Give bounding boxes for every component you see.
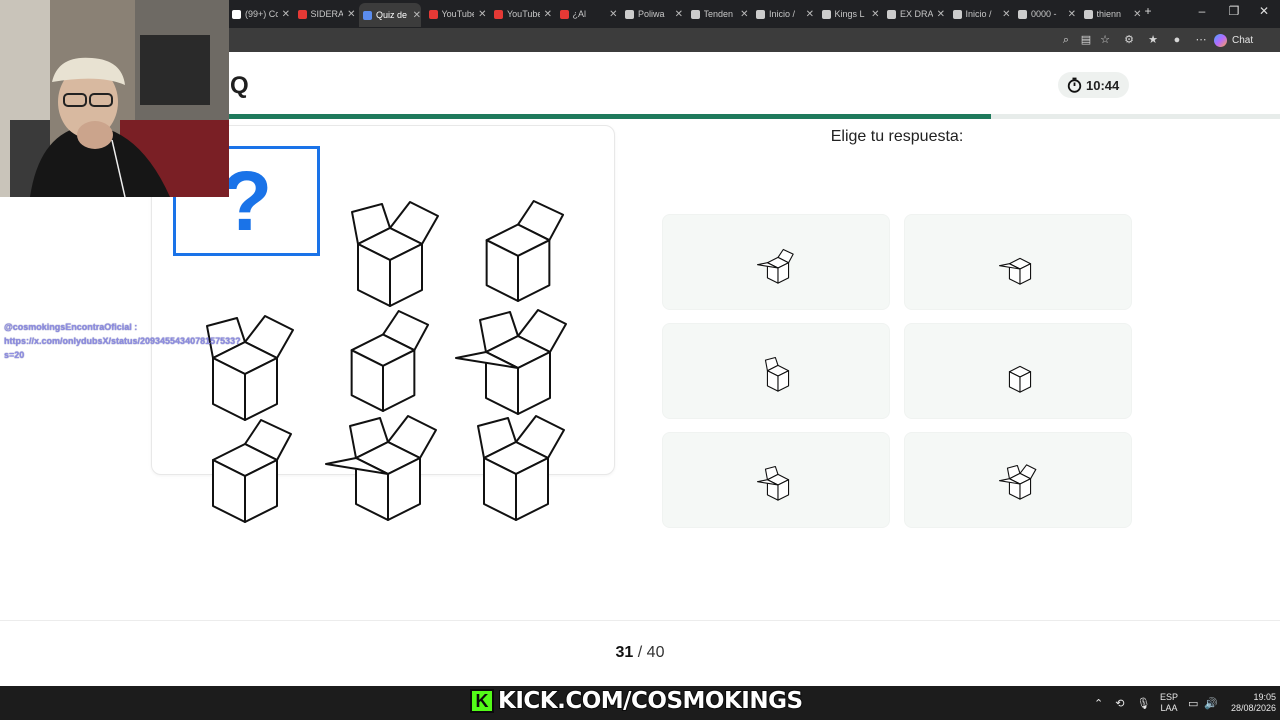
webcam-feed: [0, 0, 229, 197]
volume-icon: 🔊: [1204, 697, 1219, 710]
answer-prompt: Elige tu respuesta:: [830, 128, 964, 145]
answer-option-1[interactable]: [662, 214, 890, 310]
clock-date: 28/08/2026: [1230, 703, 1276, 713]
tray-icons: ⌃ ⟲ 🎙: [1094, 686, 1150, 720]
kick-watermark: K KICK.COM/COSMOKINGS: [470, 686, 804, 716]
kick-url: KICK.COM/COSMOKINGS: [497, 687, 804, 715]
matrix-cell-figure: [350, 310, 430, 412]
keyboard-layout: LAA: [1160, 703, 1178, 713]
matrix-cell-figure: [206, 315, 294, 421]
answer-option-4[interactable]: [904, 323, 1132, 419]
webcam-overlay: [0, 0, 229, 197]
answer-option-3[interactable]: [662, 323, 890, 419]
matrix-cell-figure: [477, 415, 565, 521]
chat-overlay-link: https://x.com/onlydubsX/status/209345543…: [4, 336, 241, 346]
system-icons[interactable]: ▭ 🔊: [1188, 686, 1218, 720]
clock[interactable]: 19:05 28/08/2026: [1224, 686, 1276, 720]
tray-chevron-icon[interactable]: ⌃: [1094, 697, 1103, 710]
matrix-cell-figure: [325, 415, 437, 521]
chat-overlay-user: @cosmokingsEncontraOficial :: [4, 322, 138, 332]
answer-option-5[interactable]: [662, 432, 890, 528]
language-code: ESP: [1160, 692, 1179, 702]
language-indicator[interactable]: ESP LAA: [1160, 686, 1178, 720]
clock-time: 19:05: [1253, 692, 1276, 702]
kick-logo: K: [470, 689, 494, 713]
answer-option-2[interactable]: [904, 214, 1132, 310]
answer-option-6[interactable]: [904, 432, 1132, 528]
display-icon: ▭: [1188, 697, 1199, 710]
matrix-cell-figure: [212, 419, 292, 523]
microphone-icon[interactable]: 🎙: [1136, 697, 1150, 710]
tray-app-icon[interactable]: ⟲: [1115, 697, 1124, 710]
matrix-cell-figure: [485, 200, 565, 302]
matrix-cell-figure: [351, 201, 439, 307]
chat-overlay-link-cont: s=20: [4, 350, 25, 360]
matrix-cell-figure: [455, 309, 567, 415]
